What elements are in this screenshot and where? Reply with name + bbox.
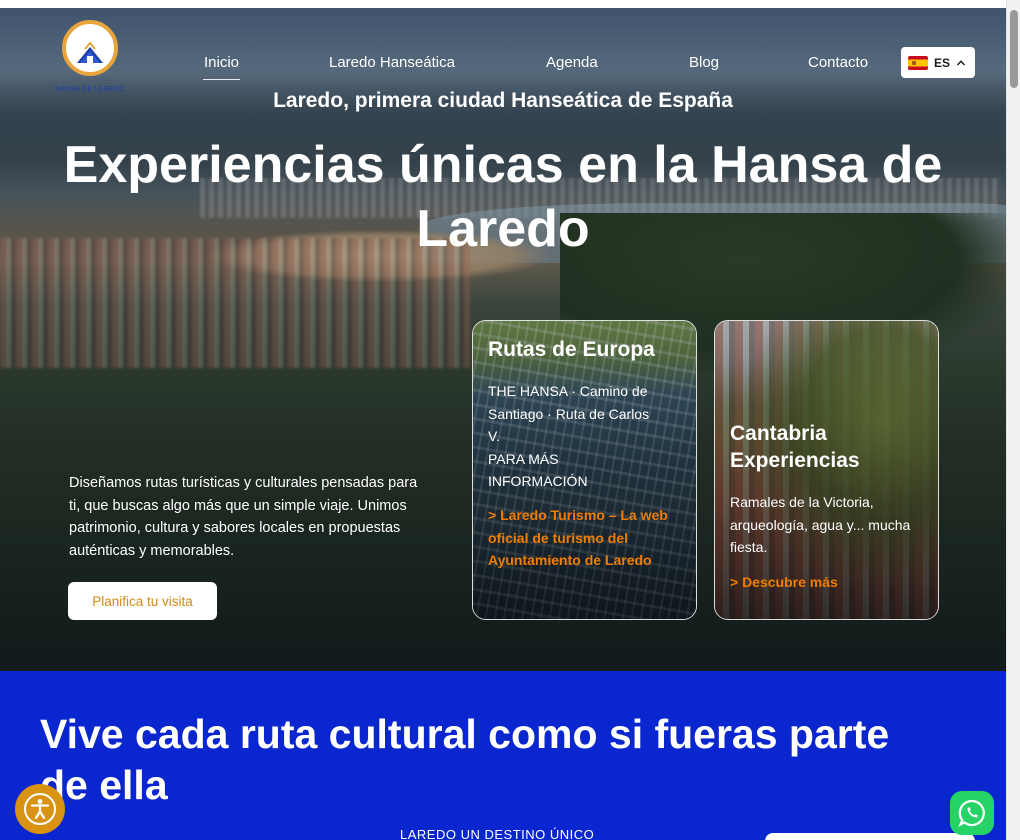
nav-item-laredo-hanseatica[interactable]: Laredo Hanseática (329, 54, 455, 71)
logo-emblem-icon (62, 20, 118, 76)
card-rutas-de-europa[interactable]: Rutas de Europa THE HANSA · Camino de Sa… (472, 320, 697, 620)
card-cantabria-experiencias[interactable]: Cantabria Experiencias Ramales de la Vic… (714, 320, 939, 620)
language-code: ES (934, 55, 951, 70)
hero-eyebrow: Laredo, primera ciudad Hanseática de Esp… (273, 89, 733, 112)
cultural-routes-section: Vive cada ruta cultural como si fueras p… (0, 671, 1006, 840)
accessibility-button[interactable] (15, 784, 65, 834)
top-strip (0, 0, 1020, 8)
card-title: Rutas de Europa (488, 338, 655, 361)
nav-item-blog[interactable]: Blog (689, 54, 719, 71)
accessibility-icon (24, 793, 56, 825)
descubre-mas-link[interactable]: > Descubre más (730, 571, 920, 594)
chevron-up-icon (956, 59, 966, 66)
page-scrollbar[interactable] (1006, 0, 1020, 840)
card-title: Cantabria Experiencias (730, 422, 860, 472)
whatsapp-button[interactable] (950, 791, 994, 835)
card-text: THE HANSA · Camino de Santiago · Ruta de… (488, 383, 650, 489)
hero-description: Diseñamos rutas turísticas y culturales … (69, 475, 418, 559)
laredo-turismo-link[interactable]: > Laredo Turismo – La web oficial de tur… (488, 504, 668, 572)
section-title: Vive cada ruta cultural como si fueras p… (40, 711, 890, 808)
language-selector[interactable]: ES (901, 47, 975, 78)
hero-title: Experiencias únicas en la Hansa de Lared… (63, 136, 943, 258)
nav-item-agenda[interactable]: Agenda (546, 54, 598, 71)
nav-item-inicio[interactable]: Inicio (202, 54, 241, 80)
scrollbar-thumb[interactable] (1010, 10, 1018, 88)
whatsapp-icon (958, 799, 985, 827)
spain-flag-icon (908, 55, 928, 70)
card-text: Ramales de la Victoria, arqueología, agu… (730, 494, 911, 555)
section-subtitle: LAREDO UN DESTINO ÚNICO (400, 827, 595, 840)
nav-item-contacto[interactable]: Contacto (808, 54, 868, 71)
hero-section: HANSA DE LAREDO Inicio Laredo Hanseática… (0, 8, 1006, 671)
section-card-preview (765, 833, 975, 840)
plan-visit-button[interactable]: Planifica tu visita (68, 582, 217, 620)
